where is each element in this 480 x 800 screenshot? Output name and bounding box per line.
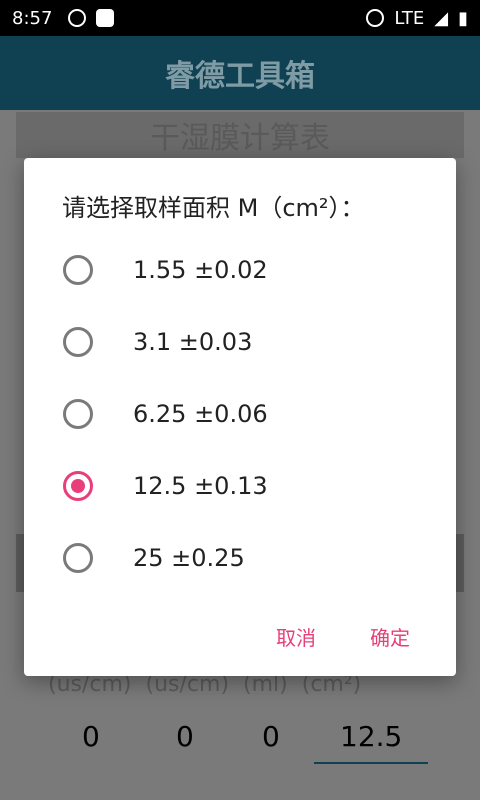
- radio-button[interactable]: [63, 327, 93, 357]
- area-select-dialog: 请选择取样面积 M（cm²）： 1.55 ±0.02 3.1 ±0.03 6.2…: [24, 158, 456, 676]
- data-saver-icon: [366, 9, 385, 27]
- radio-button[interactable]: [63, 543, 93, 573]
- sheet-title: 干湿膜计算表: [16, 112, 464, 158]
- input-underline: [314, 762, 428, 764]
- network-label: LTE: [394, 7, 425, 29]
- value-field[interactable]: 0: [262, 720, 280, 753]
- option-1-55[interactable]: 1.55 ±0.02: [24, 240, 456, 300]
- status-bar: 8:57 LTE ◢ ▮: [0, 0, 480, 36]
- unit-label: (cm²): [301, 672, 362, 697]
- app-title: 睿德工具箱: [165, 59, 315, 94]
- status-right-icons: LTE ◢ ▮: [366, 8, 468, 29]
- unit-label: (us/cm): [48, 672, 132, 697]
- notification-icon: [68, 9, 87, 27]
- status-time: 8:57: [12, 7, 53, 29]
- area-value-field[interactable]: 12.5: [340, 720, 402, 753]
- option-label: 3.1 ±0.03: [133, 328, 253, 356]
- radio-button[interactable]: [63, 399, 93, 429]
- app-bar: 睿德工具箱: [0, 36, 480, 110]
- ok-button[interactable]: 确定: [362, 616, 418, 657]
- option-label: 25 ±0.25: [133, 544, 245, 572]
- option-label: 6.25 ±0.06: [133, 400, 268, 428]
- value-field[interactable]: 0: [176, 720, 194, 753]
- cancel-button[interactable]: 取消: [268, 616, 324, 657]
- battery-icon: ▮: [458, 7, 468, 29]
- value-row: 0 0 0 12.5: [50, 720, 450, 760]
- option-label: 1.55 ±0.02: [133, 256, 268, 284]
- sheet-title-text: 干湿膜计算表: [150, 121, 330, 156]
- radio-button-checked[interactable]: [63, 471, 93, 501]
- unit-row: (us/cm) (us/cm) (ml) (cm²): [48, 672, 438, 700]
- option-label: 12.5 ±0.13: [133, 472, 268, 500]
- signal-icon: ◢: [434, 7, 449, 29]
- value-field[interactable]: 0: [82, 720, 100, 753]
- option-6-25[interactable]: 6.25 ±0.06: [24, 384, 456, 444]
- status-left-icons: [68, 9, 115, 27]
- option-12-5[interactable]: 12.5 ±0.13: [24, 456, 456, 516]
- sd-card-icon: [96, 9, 115, 27]
- dialog-title: 请选择取样面积 M（cm²）：: [62, 194, 365, 222]
- option-3-1[interactable]: 3.1 ±0.03: [24, 312, 456, 372]
- radio-button[interactable]: [63, 255, 93, 285]
- dialog-actions: 取消 确定: [24, 616, 456, 656]
- unit-label: (ml): [243, 672, 288, 697]
- unit-label: (us/cm): [145, 672, 230, 697]
- option-25[interactable]: 25 ±0.25: [24, 528, 456, 588]
